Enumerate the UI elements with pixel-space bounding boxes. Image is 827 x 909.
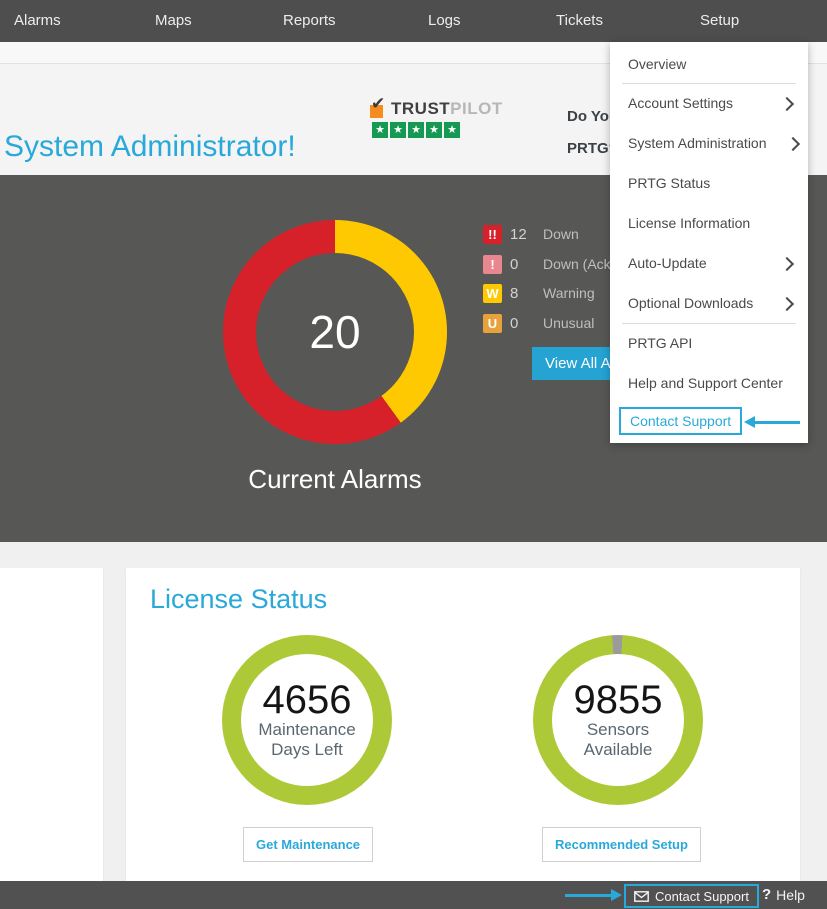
left-partial-card (0, 568, 103, 881)
license-status-card: License Status 4656 Maintenance Days Lef… (126, 568, 800, 881)
footer-help-label: Help (776, 887, 805, 903)
star-icon: ★ (390, 122, 406, 138)
help-icon: ? (762, 886, 771, 903)
nav-item-reports[interactable]: Reports (283, 0, 336, 42)
trustpilot-check-icon: ✔ (370, 101, 387, 118)
trustpilot-star-rating: ★ ★ ★ ★ ★ (372, 122, 503, 138)
footer-contact-support-label: Contact Support (655, 889, 749, 904)
current-alarms-total: 20 (309, 305, 360, 359)
star-icon: ★ (372, 122, 388, 138)
footer-help-link[interactable]: ? Help (762, 886, 805, 903)
menu-item-overview[interactable]: Overview (610, 44, 808, 84)
star-icon: ★ (444, 122, 460, 138)
legend-row-down-ack[interactable]: ! 0 Down (Acknowledged) (483, 254, 502, 274)
current-alarms-title: Current Alarms (185, 464, 485, 495)
contact-support-highlight-box[interactable]: Contact Support (619, 407, 742, 435)
menu-item-prtg-api[interactable]: PRTG API (610, 323, 808, 363)
trustpilot-brand-pilot: PILOT (450, 99, 503, 119)
menu-item-license-information[interactable]: License Information (610, 203, 808, 243)
star-icon: ★ (426, 122, 442, 138)
menu-item-auto-update[interactable]: Auto-Update (610, 243, 808, 283)
nav-item-tickets[interactable]: Tickets (556, 0, 603, 42)
chevron-right-icon (780, 257, 794, 271)
nav-item-setup[interactable]: Setup (700, 0, 739, 42)
menu-item-optional-downloads[interactable]: Optional Downloads (610, 283, 808, 323)
footer-contact-support-button[interactable]: Contact Support (624, 884, 759, 908)
trustpilot-brand-trust: TRUST (391, 99, 450, 119)
footer-bar: Contact Support ? Help (0, 881, 827, 909)
legend-row-down[interactable]: !! 12 Down (483, 224, 502, 244)
prtg-dashboard: Alarms Maps Reports Logs Tickets Setup S… (0, 0, 827, 909)
chevron-right-icon (780, 97, 794, 111)
warning-status-icon: W (483, 284, 502, 303)
greeting-title: System Administrator! (4, 130, 296, 164)
menu-item-prtg-status[interactable]: PRTG Status (610, 163, 808, 203)
legend-row-warning[interactable]: W 8 Warning (483, 283, 502, 303)
unusual-count: 0 (510, 315, 518, 332)
nav-item-maps[interactable]: Maps (155, 0, 192, 42)
nav-item-logs[interactable]: Logs (428, 0, 461, 42)
sensors-available-value: 9855 (574, 680, 663, 720)
warning-label: Warning (543, 285, 595, 301)
annotation-arrow-menu-contact-support (744, 415, 800, 430)
down-ack-status-icon: ! (483, 255, 502, 274)
chevron-right-icon (780, 297, 794, 311)
menu-item-help-support-center[interactable]: Help and Support Center (610, 363, 808, 403)
unusual-status-icon: U (483, 314, 502, 333)
maintenance-label-line1: Maintenance (258, 720, 355, 740)
envelope-icon (634, 891, 649, 902)
warning-count: 8 (510, 285, 518, 302)
maintenance-days-ring-chart: 4656 Maintenance Days Left (222, 635, 392, 805)
down-ack-count: 0 (510, 256, 518, 273)
sensors-label-line2: Available (584, 740, 653, 760)
star-icon: ★ (408, 122, 424, 138)
maintenance-label-line2: Days Left (271, 740, 343, 760)
license-status-title: License Status (150, 584, 327, 615)
down-count: 12 (510, 226, 527, 243)
sensors-label-line1: Sensors (587, 720, 649, 740)
menu-item-account-settings[interactable]: Account Settings (610, 83, 808, 123)
unusual-label: Unusual (543, 315, 594, 331)
down-status-icon: !! (483, 225, 502, 244)
get-maintenance-button[interactable]: Get Maintenance (243, 827, 373, 862)
sensors-available-ring-chart: 9855 Sensors Available (533, 635, 703, 805)
recommended-setup-button[interactable]: Recommended Setup (542, 827, 701, 862)
current-alarms-donut-chart: 20 (223, 220, 447, 444)
chevron-right-icon (786, 137, 800, 151)
annotation-arrow-footer-contact-support (565, 888, 622, 903)
legend-row-unusual[interactable]: U 0 Unusual (483, 313, 502, 333)
maintenance-days-value: 4656 (263, 680, 352, 720)
nav-item-alarms[interactable]: Alarms (14, 0, 61, 42)
down-label: Down (543, 226, 579, 242)
setup-dropdown-menu: Overview Account Settings System Adminis… (610, 42, 808, 443)
top-nav: Alarms Maps Reports Logs Tickets Setup (0, 0, 827, 42)
trustpilot-logo[interactable]: ✔ TRUSTPILOT ★ ★ ★ ★ ★ (370, 99, 503, 138)
menu-item-system-administration[interactable]: System Administration (610, 123, 808, 163)
